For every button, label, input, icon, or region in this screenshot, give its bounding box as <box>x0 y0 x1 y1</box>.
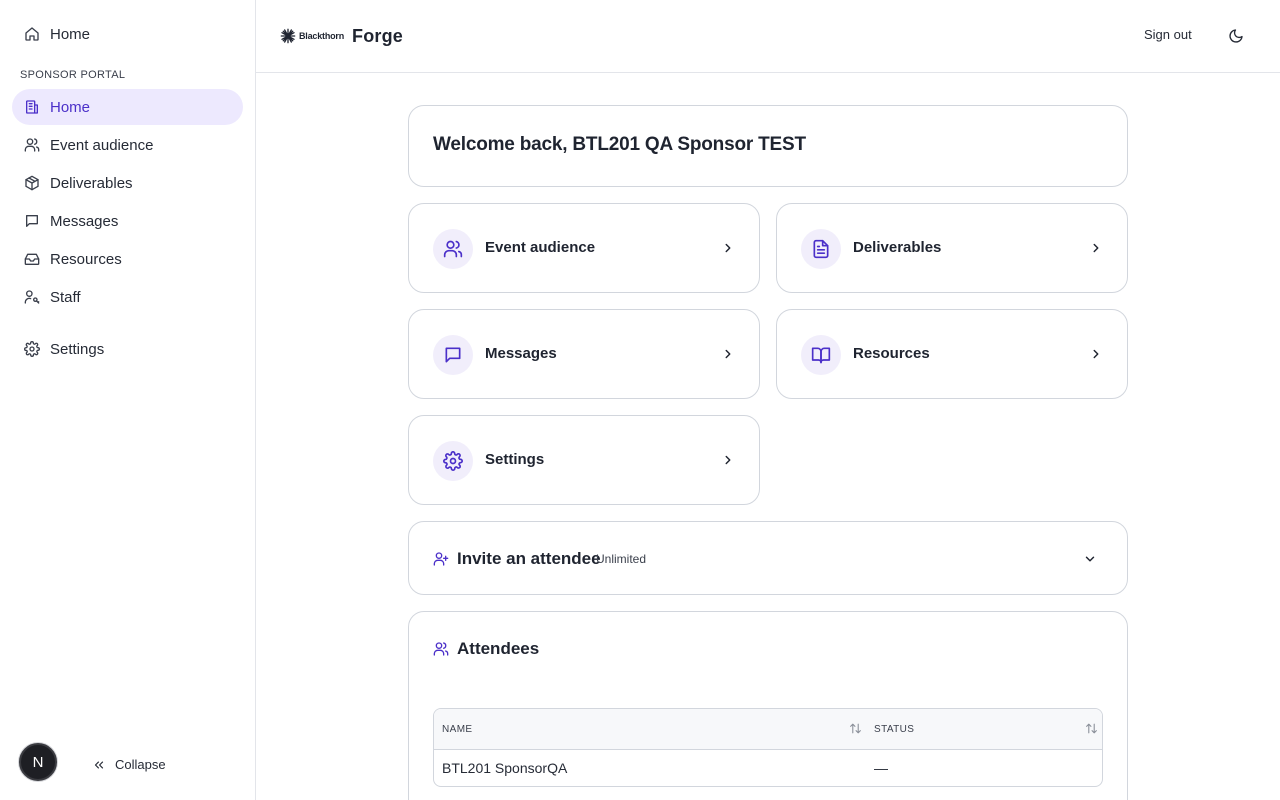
table-header: NAME STATUS <box>434 709 1102 750</box>
chevron-right-icon <box>725 455 731 465</box>
package-icon <box>25 175 39 191</box>
sidebar-item-label: Settings <box>50 340 105 358</box>
gear-icon <box>443 451 463 471</box>
chevron-right-icon <box>725 349 731 359</box>
user-key-icon <box>24 290 40 304</box>
sidebar-item-home[interactable]: Home <box>12 89 243 125</box>
sidebar-item-label: Event audience <box>50 136 154 154</box>
chevron-right-icon <box>725 243 731 253</box>
tile-icon-badge <box>801 229 841 269</box>
document-icon <box>813 239 829 259</box>
building-icon <box>26 100 38 114</box>
invite-attendee-panel[interactable]: Invite an attendee Unlimited <box>408 521 1128 595</box>
brand-logo-text: Blackthorn <box>299 31 345 41</box>
sidebar-item-staff[interactable]: Staff <box>12 279 243 315</box>
sort-icon[interactable] <box>849 722 862 735</box>
tile-icon-badge <box>433 229 473 269</box>
collapse-button[interactable]: Collapse <box>92 757 166 772</box>
tile-icon-badge <box>433 335 473 375</box>
attendees-panel: Attendees NAME STATUS BTL201 SponsorQA — <box>408 611 1128 800</box>
message-icon <box>445 347 461 363</box>
attendees-title: Attendees <box>457 639 540 658</box>
sidebar-item-label: Home <box>50 98 91 116</box>
attendees-table: NAME STATUS BTL201 SponsorQA — <box>433 708 1103 787</box>
inbox-icon <box>24 253 40 265</box>
book-open-icon <box>811 347 831 364</box>
sidebar-item-deliverables[interactable]: Deliverables <box>12 165 243 201</box>
users-icon <box>24 138 40 152</box>
collapse-label: Collapse <box>115 757 166 772</box>
chevron-down-icon[interactable] <box>1083 552 1097 566</box>
sidebar-item-label: Staff <box>50 288 81 306</box>
top-header: Blackthorn Forge Sign out <box>256 0 1280 73</box>
sidebar-item-label: Home <box>50 25 91 43</box>
sidebar-item-settings[interactable]: Settings <box>12 331 243 367</box>
table-row[interactable]: BTL201 SponsorQA — <box>434 750 1102 786</box>
blackthorn-logo-icon <box>280 28 296 44</box>
tile-label: Messages <box>485 345 557 362</box>
tile-deliverables[interactable]: Deliverables <box>776 203 1128 293</box>
sidebar-item-messages[interactable]: Messages <box>12 203 243 239</box>
tile-resources[interactable]: Resources <box>776 309 1128 399</box>
sidebar-item-label: Deliverables <box>50 174 133 192</box>
tile-event-audience[interactable]: Event audience <box>408 203 760 293</box>
gear-icon <box>24 341 40 357</box>
moon-icon[interactable] <box>1228 28 1244 44</box>
tile-messages[interactable]: Messages <box>408 309 760 399</box>
message-icon <box>26 215 38 227</box>
invite-title: Invite an attendee <box>457 549 601 568</box>
sidebar-item-event-audience[interactable]: Event audience <box>12 127 243 163</box>
cell-status: — <box>874 760 888 776</box>
sidebar-item-label: Messages <box>50 212 119 230</box>
welcome-card: Welcome back, BTL201 QA Sponsor TEST <box>408 105 1128 187</box>
tile-label: Deliverables <box>853 239 942 256</box>
users-icon <box>433 642 449 656</box>
tile-label: Event audience <box>485 239 596 256</box>
users-icon <box>443 240 463 258</box>
sidebar-item-resources[interactable]: Resources <box>12 241 243 277</box>
product-name: Forge <box>352 25 404 46</box>
avatar[interactable]: N <box>19 743 57 781</box>
sidebar: Home SPONSOR PORTAL Home Event audience … <box>0 0 256 800</box>
chevrons-left-icon <box>94 761 104 768</box>
sort-icon[interactable] <box>1085 722 1098 735</box>
section-label: SPONSOR PORTAL <box>20 69 126 81</box>
column-header-name[interactable]: NAME <box>442 724 473 735</box>
welcome-heading: Welcome back, BTL201 QA Sponsor TEST <box>433 134 806 155</box>
user-plus-icon <box>433 552 449 566</box>
column-header-status[interactable]: STATUS <box>874 724 914 735</box>
brand[interactable]: Blackthorn Forge <box>280 24 403 48</box>
sidebar-item-top-home[interactable]: Home <box>12 16 243 52</box>
sidebar-item-label: Resources <box>50 250 122 268</box>
tile-icon-badge <box>801 335 841 375</box>
chevron-right-icon <box>1093 243 1099 253</box>
chevron-right-icon <box>1093 349 1099 359</box>
tile-icon-badge <box>433 441 473 481</box>
cell-name: BTL201 SponsorQA <box>442 760 568 776</box>
tile-label: Resources <box>853 345 930 362</box>
home-icon <box>25 27 39 41</box>
sign-out-button[interactable]: Sign out <box>1144 27 1192 42</box>
invite-limit-badge: Unlimited <box>596 552 647 566</box>
tile-label: Settings <box>485 451 545 468</box>
tile-settings[interactable]: Settings <box>408 415 760 505</box>
